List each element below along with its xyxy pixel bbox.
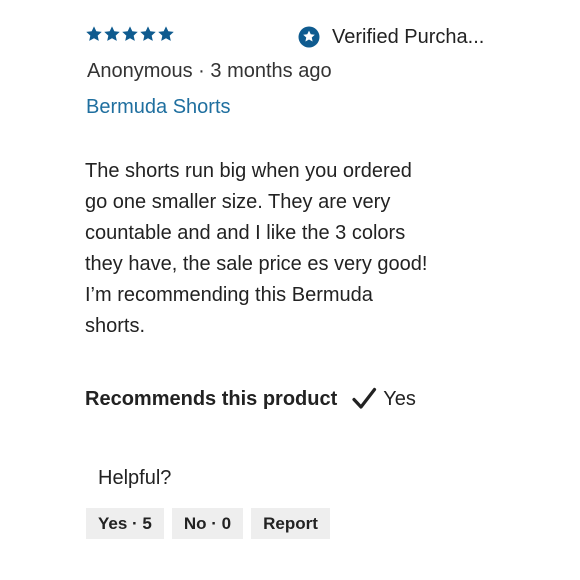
product-link[interactable]: Bermuda Shorts bbox=[86, 96, 231, 119]
star-icon bbox=[157, 24, 175, 44]
star-icon bbox=[85, 24, 103, 44]
recommends-label: Recommends this product bbox=[85, 387, 338, 410]
helpful-vote-buttons: Yes · 5 No · 0 Report bbox=[86, 508, 330, 539]
star-badge-icon bbox=[298, 26, 320, 48]
star-icon bbox=[121, 24, 139, 44]
star-rating bbox=[85, 24, 175, 46]
review-text-line: shorts. bbox=[85, 315, 146, 337]
author-date: Anonymous · 3 months ago bbox=[87, 60, 332, 82]
helpful-no-button[interactable]: No · 0 bbox=[171, 508, 244, 539]
helpful-yes-button[interactable]: Yes · 5 bbox=[86, 508, 164, 539]
recommends-row: Recommends this product Yes bbox=[85, 384, 416, 414]
checkmark-icon bbox=[351, 386, 377, 412]
verified-label: Verified Purcha... bbox=[332, 25, 485, 48]
review-text-line: go one smaller size. They are very bbox=[85, 191, 391, 213]
report-button[interactable]: Report bbox=[251, 508, 330, 539]
review-text-line: they have, the sale price es very good! bbox=[85, 253, 428, 275]
star-icon bbox=[103, 24, 121, 44]
review-text-line: countable and and I like the 3 colors bbox=[85, 222, 406, 244]
review-text-line: The shorts run big when you ordered bbox=[85, 160, 412, 182]
review-card: Verified Purcha... Anonymous · 3 months … bbox=[0, 0, 580, 580]
helpful-label: Helpful? bbox=[98, 467, 172, 489]
star-icon bbox=[139, 24, 157, 44]
recommends-value: Yes bbox=[383, 387, 416, 410]
verified-purchase-badge: Verified Purcha... bbox=[298, 24, 484, 50]
review-text: The shorts run big when you ordered go o… bbox=[85, 156, 515, 342]
review-text-line: I’m recommending this Bermuda bbox=[85, 284, 373, 306]
